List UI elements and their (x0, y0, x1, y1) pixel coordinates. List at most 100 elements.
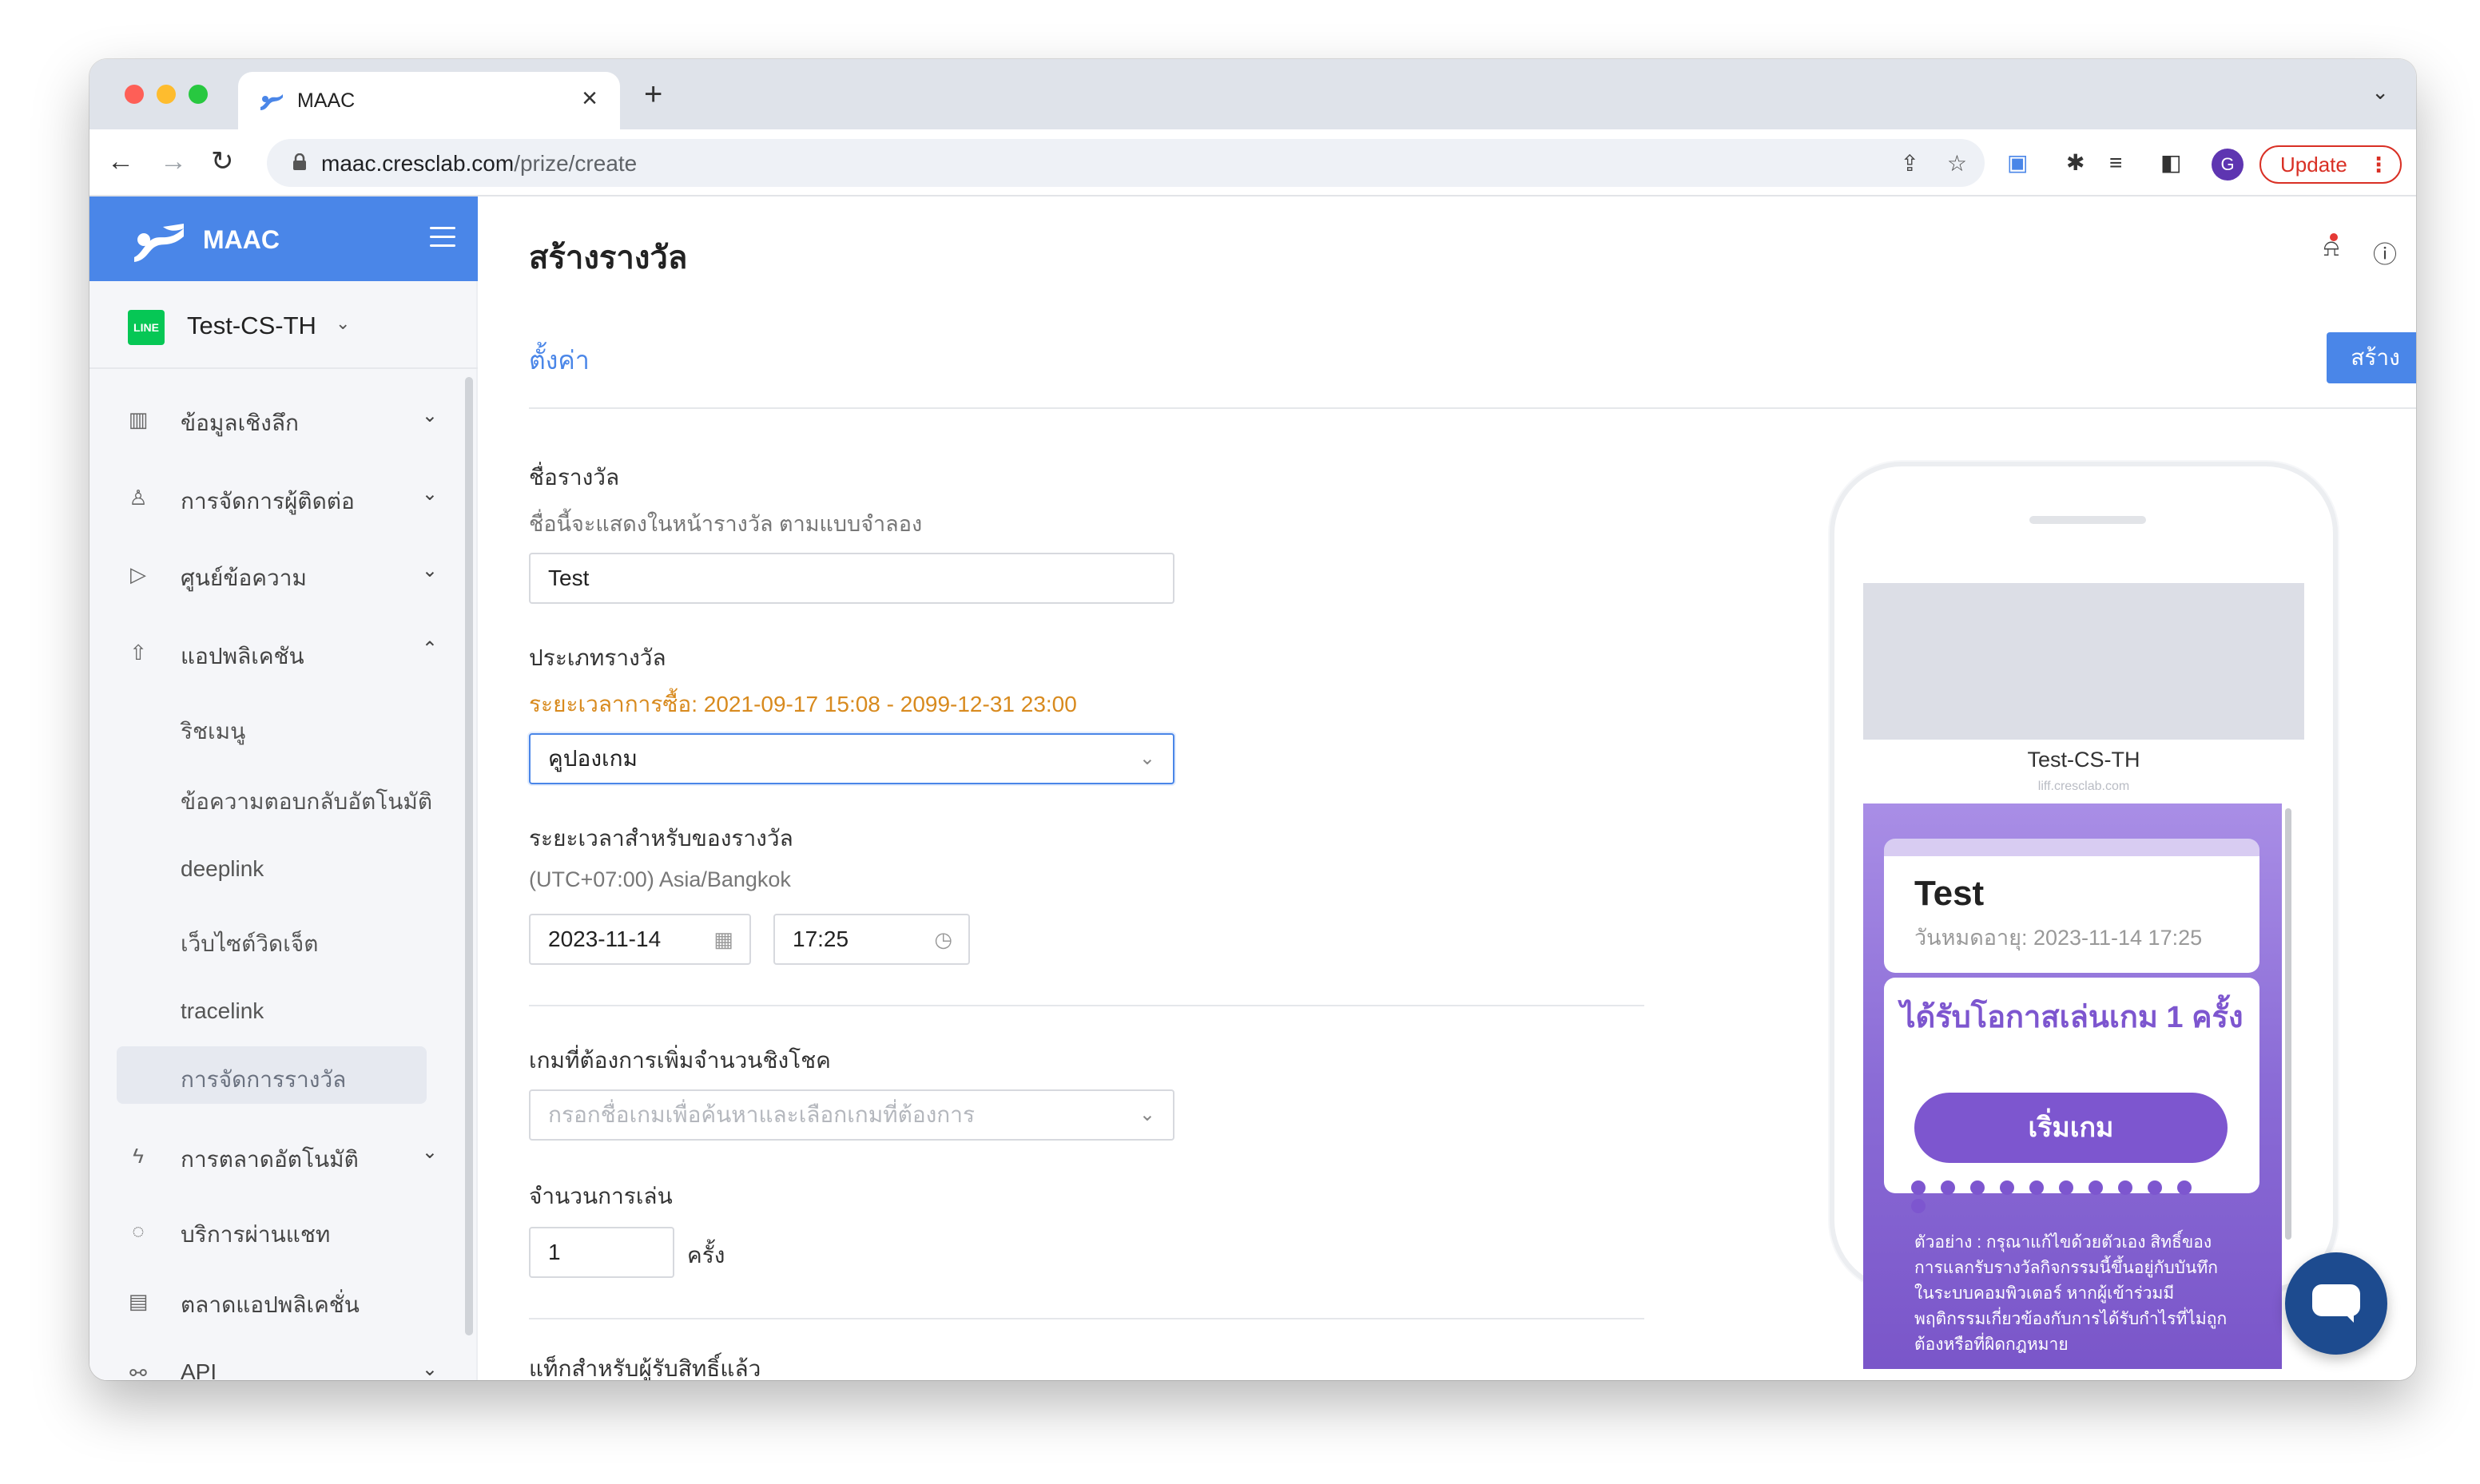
sidebar-item-api[interactable]: ⚯ API ⌄ (89, 1343, 465, 1380)
prize-type-warning: ระยะเวลาการซื้อ: 2021-09-17 15:08 - 2099… (529, 692, 1077, 716)
tab-search-chevron-icon[interactable]: ⌄ (2371, 80, 2389, 105)
sidebar-subitem-label: tracelink (181, 998, 264, 1023)
sidebar-item-label: ข้อมูลเชิงลึก (181, 411, 299, 435)
prize-type-select[interactable]: คูปองเกม ⌄ (529, 733, 1174, 784)
games-select[interactable]: กรอกชื่อเกมเพื่อค้นหาและเลือกเกมที่ต้องก… (529, 1089, 1174, 1141)
profile-avatar[interactable]: G (2212, 149, 2244, 181)
account-name: Test-CS-TH (187, 311, 316, 339)
time-picker-input[interactable]: 17:25 ◷ (773, 914, 970, 965)
sidebar-subitem-deeplink[interactable]: deeplink (89, 840, 465, 898)
sidebar-subitem-autoreply[interactable]: ข้อความตอบกลับอัตโนมัติ (89, 768, 465, 826)
chevron-down-icon: ⌄ (421, 1141, 438, 1163)
store-icon: ▤ (128, 1289, 149, 1313)
clock-icon: ◷ (934, 927, 952, 951)
chevron-down-icon: ⌄ (1139, 748, 1155, 769)
section-divider (529, 1005, 1644, 1006)
menu-dots-icon[interactable]: ⋮ (2368, 147, 2389, 182)
media-controls-icon[interactable]: ≡ (2109, 150, 2122, 176)
tag-label: แท็กสำหรับผู้รับสิทธิ์แล้ว (529, 1356, 761, 1380)
sidebar-item-app-market[interactable]: ▤ ตลาดแอปพลิเคชั่น (89, 1272, 465, 1329)
page-title: สร้างรางวัล (529, 240, 688, 276)
games-placeholder: กรอกชื่อเกมเพื่อค้นหาและเลือกเกมที่ต้องก… (548, 1102, 976, 1127)
maac-favicon-icon (260, 94, 283, 110)
sidebar: MAAC LINE Test-CS-TH ⌄ ▥ ข้อมูลเชิงลึก ⌄… (89, 196, 478, 1380)
rocket-icon: ⇧ (129, 641, 147, 665)
date-picker-input[interactable]: 2023-11-14 ▦ (529, 914, 751, 965)
create-button[interactable]: สร้าง (2327, 332, 2416, 383)
sidebar-item-label: การจัดการผู้ติดต่อ (181, 489, 355, 514)
close-window-button[interactable] (125, 85, 144, 104)
sidebar-item-label: ศูนย์ข้อความ (181, 565, 307, 590)
sidebar-subitem-widget[interactable]: เว็บไซต์วิดเจ็ต (89, 911, 465, 968)
plays-label: จำนวนการเล่น (529, 1184, 673, 1208)
bolt-icon: ϟ (133, 1144, 144, 1168)
brand-bar: MAAC (89, 196, 478, 281)
bookmark-star-icon[interactable]: ☆ (1947, 150, 1967, 177)
help-icon[interactable]: ⓘ (2373, 235, 2397, 270)
sidebar-subitem-label: ริชเมนู (181, 719, 246, 744)
share-icon[interactable]: ⇪ (1901, 150, 1919, 177)
new-tab-button[interactable]: + (644, 78, 662, 110)
sidebar-subitem-label: ข้อความตอบกลับอัตโนมัติ (181, 789, 433, 814)
chart-icon: ▥ (128, 407, 149, 431)
tab-title: MAAC (297, 89, 356, 112)
hamburger-menu-icon[interactable] (430, 227, 455, 248)
prize-name-input[interactable]: Test (529, 553, 1174, 604)
sidebar-item-applications[interactable]: ⇧ แอปพลิเคชัน ⌃ (89, 623, 465, 680)
period-label: ระยะเวลาสำหรับของรางวัล (529, 826, 793, 851)
back-arrow-icon[interactable]: ← (107, 145, 134, 177)
zoom-window-button[interactable] (189, 85, 208, 104)
chat-support-button[interactable] (2285, 1252, 2387, 1355)
url-text: maac.cresclab.com/prize/create (321, 151, 637, 177)
sidebar-subitem-label: deeplink (181, 856, 264, 881)
browser-toolbar: ← → ↻ maac.cresclab.com/prize/create ⇪ ☆… (89, 129, 2416, 196)
time-value: 17:25 (793, 927, 849, 951)
sidebar-subitem-prize-management[interactable]: การจัดการรางวัล (117, 1046, 427, 1104)
plays-input[interactable]: 1 (529, 1227, 674, 1278)
main-content: สร้างรางวัล ⍾ ⓘ ♙ ตั้งค่า สร้าง ชื่อรางว… (478, 196, 2416, 1380)
tab-settings[interactable]: ตั้งค่า (529, 340, 590, 381)
chevron-down-icon: ⌄ (421, 483, 438, 505)
update-button[interactable]: Update ⋮ (2259, 145, 2402, 184)
sidebar-subitem-richmenu[interactable]: ริชเมนู (89, 698, 465, 756)
side-panel-icon[interactable]: ◧ (2160, 150, 2181, 176)
forward-arrow-icon[interactable]: → (160, 145, 187, 177)
line-logo-icon: LINE (128, 310, 165, 345)
games-label: เกมที่ต้องการเพิ่มจำนวนชิงโชค (529, 1048, 831, 1073)
sidebar-item-chat-service[interactable]: ◌ บริการผ่านแชท (89, 1201, 465, 1259)
notification-dot (2330, 233, 2338, 241)
sidebar-scrollbar[interactable] (465, 377, 473, 1335)
sidebar-item-automation[interactable]: ϟ การตลาดอัตโนมัติ ⌄ (89, 1126, 465, 1184)
sidebar-item-label: การตลาดอัตโนมัติ (181, 1147, 359, 1172)
reload-icon[interactable]: ↻ (211, 145, 234, 177)
sidebar-item-label: บริการผ่านแชท (181, 1222, 331, 1247)
account-switcher[interactable]: LINE Test-CS-TH ⌄ (89, 281, 478, 369)
tab-maac[interactable]: MAAC × (238, 72, 620, 129)
close-tab-icon[interactable]: × (582, 83, 598, 114)
url-path: /prize/create (514, 151, 638, 176)
minimize-window-button[interactable] (157, 85, 176, 104)
tab-strip: MAAC × + ⌄ (89, 59, 2416, 129)
url-host: maac.cresclab.com (321, 151, 515, 176)
chevron-down-icon: ⌄ (336, 313, 351, 333)
extensions-puzzle-icon[interactable]: ✱ (2066, 150, 2085, 176)
user-icon: ♙ (129, 486, 148, 510)
sidebar-subitem-tracelink[interactable]: tracelink (89, 982, 465, 1040)
sidebar-item-contacts[interactable]: ♙ การจัดการผู้ติดต่อ ⌄ (89, 468, 465, 526)
prize-type-label: ประเภทรางวัล (529, 645, 666, 670)
sidebar-item-label: ตลาดแอปพลิเคชั่น (181, 1292, 360, 1317)
address-bar[interactable]: maac.cresclab.com/prize/create ⇪ ☆ (267, 139, 1985, 187)
date-value: 2023-11-14 (548, 927, 662, 951)
chevron-down-icon: ⌄ (421, 560, 438, 581)
sidebar-item-messages[interactable]: ▷ ศูนย์ข้อความ ⌄ (89, 545, 465, 602)
header-divider (529, 407, 2416, 409)
send-icon: ▷ (130, 562, 146, 586)
chevron-down-icon: ⌄ (1139, 1104, 1155, 1125)
extension-translate-icon[interactable]: ▣ (2007, 150, 2028, 176)
maac-logo-icon (134, 224, 184, 262)
app-container: MAAC LINE Test-CS-TH ⌄ ▥ ข้อมูลเชิงลึก ⌄… (89, 196, 2416, 1380)
lock-icon (293, 153, 306, 170)
section-divider (529, 1318, 1644, 1319)
sidebar-item-insights[interactable]: ▥ ข้อมูลเชิงลึก ⌄ (89, 390, 465, 447)
plays-unit: ครั้ง (687, 1243, 725, 1268)
